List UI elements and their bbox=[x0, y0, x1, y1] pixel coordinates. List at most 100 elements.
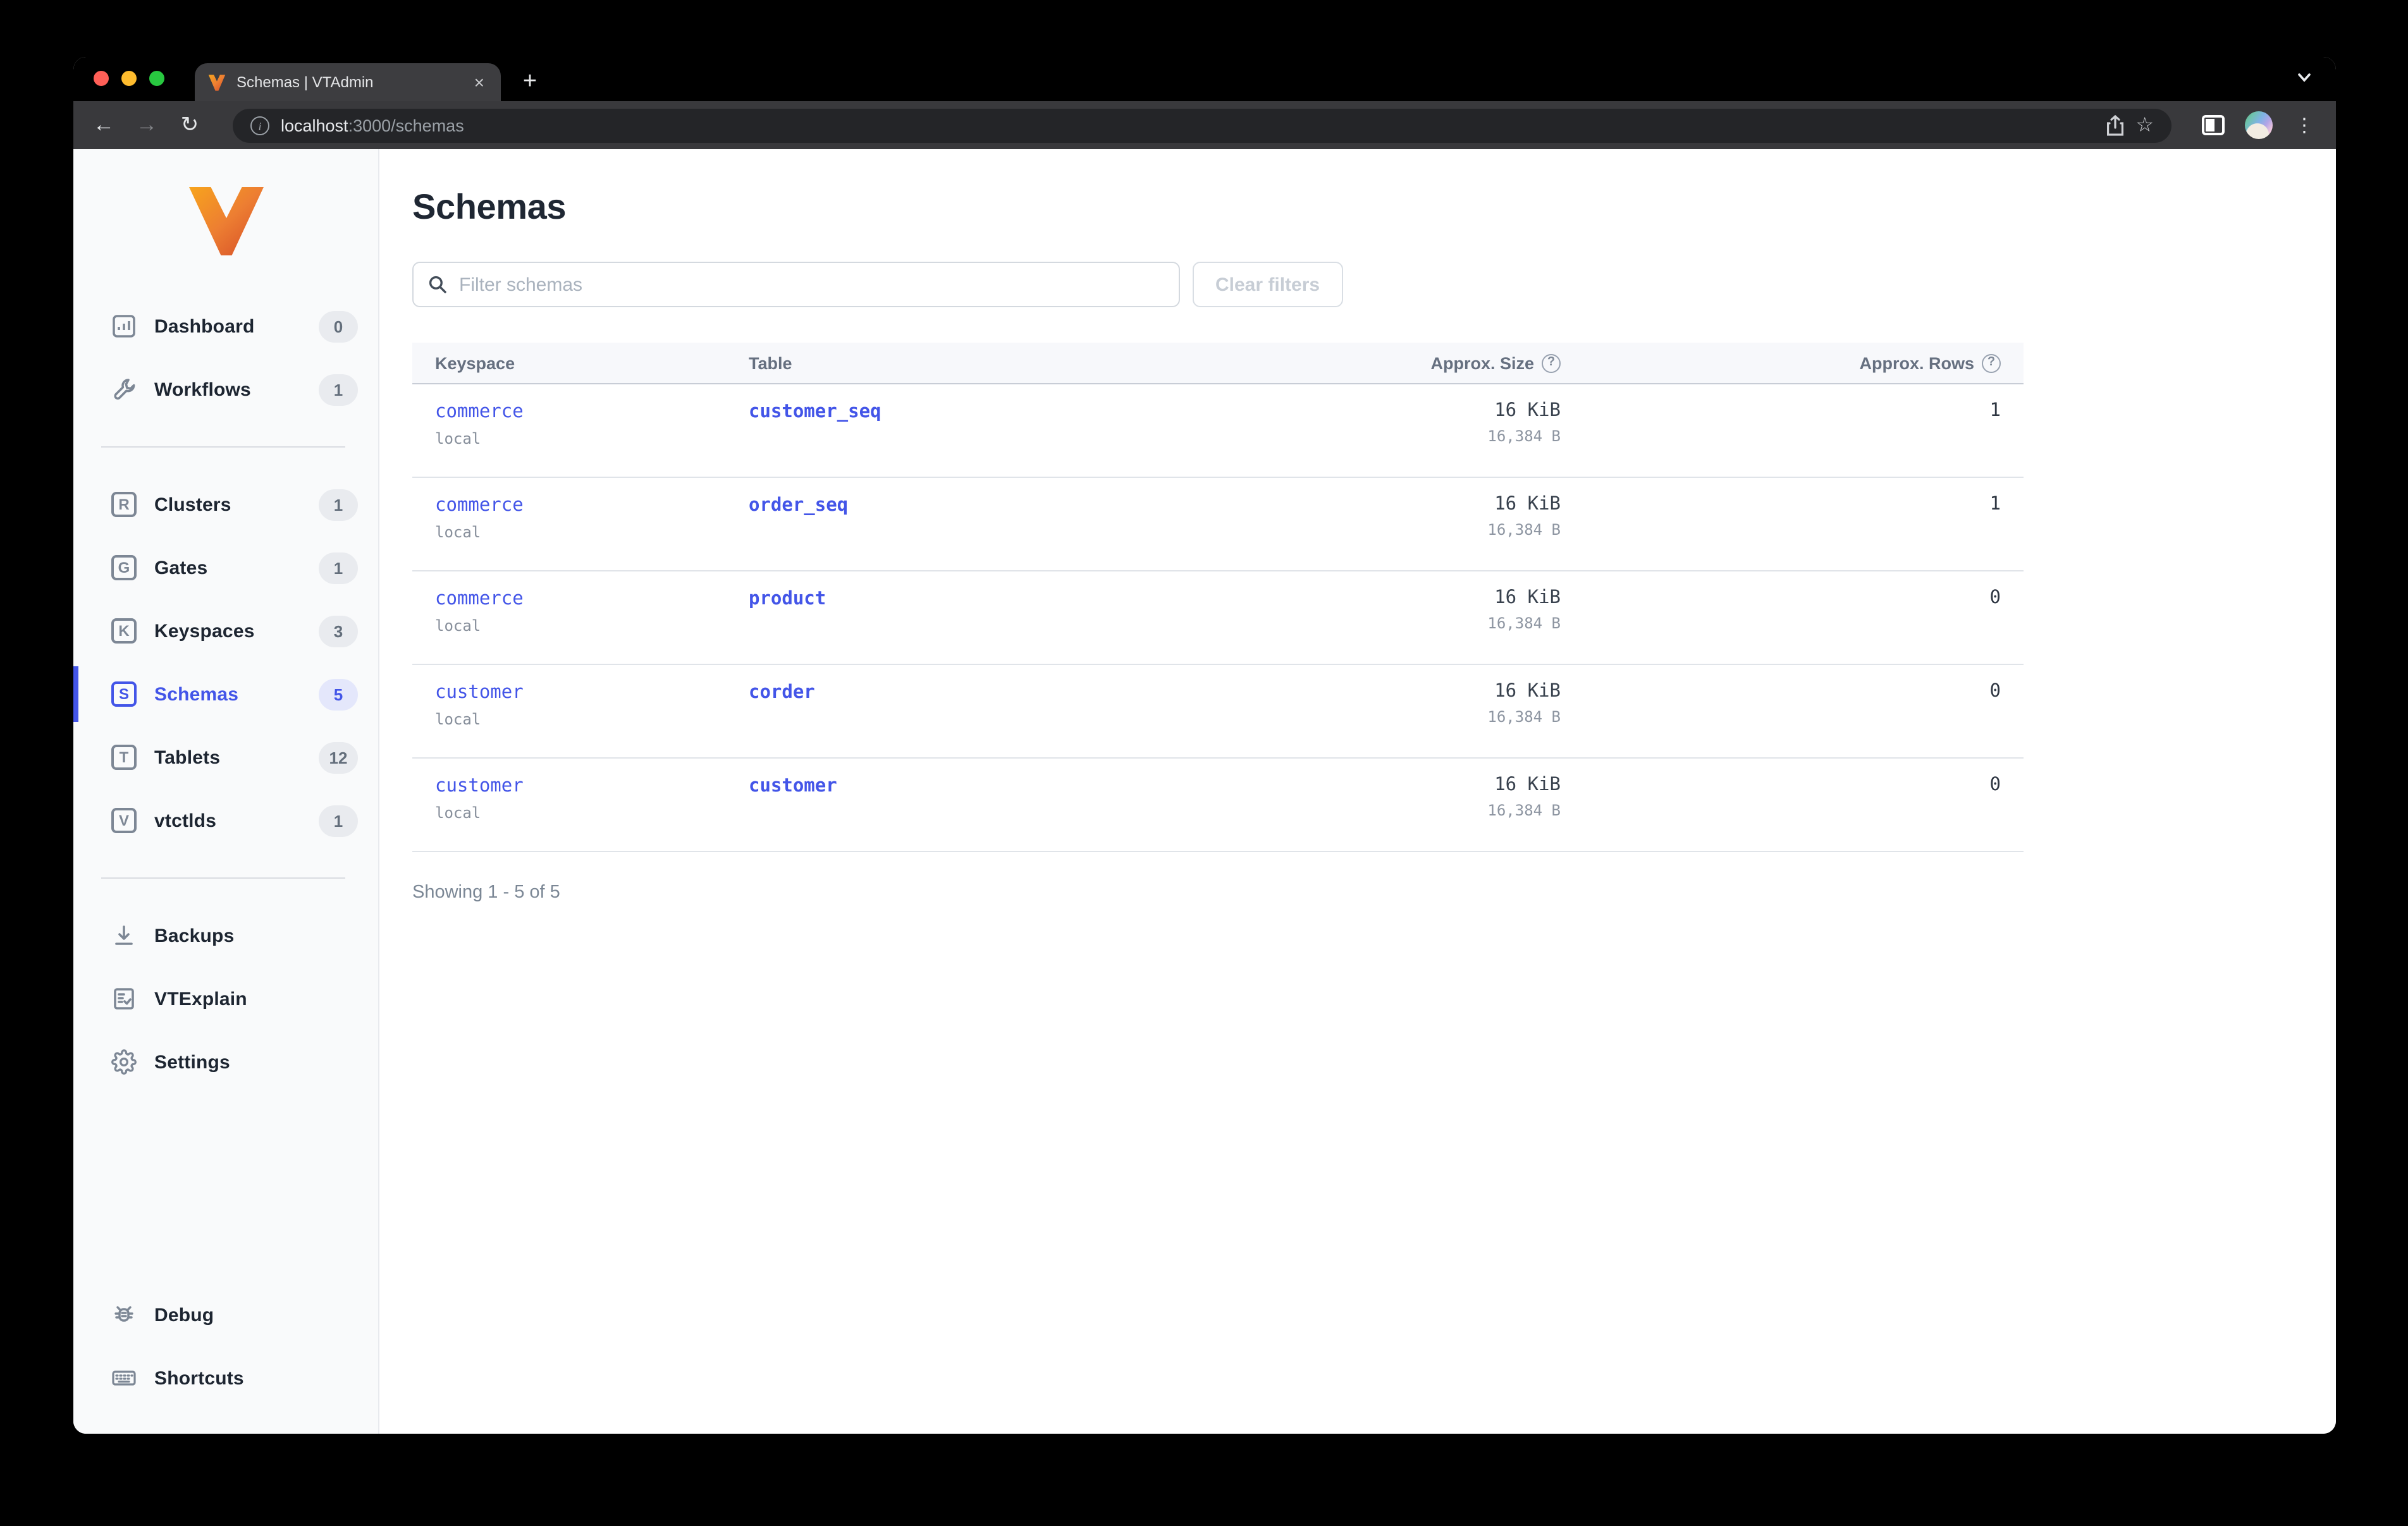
sidebar-item-shortcuts[interactable]: Shortcuts bbox=[73, 1353, 378, 1403]
help-icon[interactable]: ? bbox=[1542, 353, 1561, 372]
sidebar-item-vtctlds[interactable]: V vtctlds 1 bbox=[73, 795, 378, 846]
schemas-letter-icon: S bbox=[111, 681, 137, 707]
table-link[interactable]: customer_seq bbox=[749, 402, 882, 422]
help-icon[interactable]: ? bbox=[1982, 353, 2001, 372]
table-header-row: Keyspace Table Approx. Size ? Approx. Ro… bbox=[412, 343, 2024, 384]
window-controls bbox=[94, 71, 164, 86]
close-window-button[interactable] bbox=[94, 71, 109, 86]
keyspaces-letter-icon: K bbox=[111, 618, 137, 644]
sidebar-item-schemas[interactable]: S Schemas 5 bbox=[73, 669, 378, 719]
approx-size: 16 KiB bbox=[1494, 681, 1561, 702]
clusters-letter-icon: R bbox=[111, 492, 137, 517]
share-icon[interactable] bbox=[2105, 114, 2124, 136]
tab-title: Schemas | VTAdmin bbox=[236, 73, 374, 91]
approx-rows: 1 bbox=[1989, 494, 2001, 515]
sidebar-item-backups[interactable]: Backups bbox=[73, 910, 378, 961]
table-link[interactable]: order_seq bbox=[749, 496, 848, 516]
tab-schemas[interactable]: Schemas | VTAdmin × bbox=[195, 63, 501, 101]
side-panel-icon[interactable] bbox=[2197, 109, 2230, 142]
filter-row: Clear filters bbox=[412, 262, 2336, 307]
address-bar[interactable]: i localhost:3000/schemas ☆ bbox=[233, 108, 2172, 142]
main-content: Schemas Clear filters Keyspace Table bbox=[379, 149, 2336, 1434]
dashboard-icon bbox=[111, 314, 137, 339]
site-info-icon[interactable]: i bbox=[250, 116, 269, 135]
minimize-window-button[interactable] bbox=[121, 71, 137, 86]
approx-size: 16 KiB bbox=[1494, 401, 1561, 421]
sidebar-item-keyspaces[interactable]: K Keyspaces 3 bbox=[73, 606, 378, 656]
filter-schemas-input[interactable] bbox=[412, 262, 1180, 307]
count-badge: 3 bbox=[319, 615, 358, 647]
header-table: Table bbox=[749, 353, 792, 372]
browser-menu-icon[interactable]: ⋮ bbox=[2288, 109, 2321, 142]
count-badge: 1 bbox=[319, 552, 358, 583]
table-link[interactable]: product bbox=[749, 589, 826, 609]
table-row: commerce local product 16 KiB 16,384 B 0 bbox=[412, 571, 2024, 665]
cluster-label: local bbox=[435, 617, 481, 635]
size-bytes: 16,384 B bbox=[1487, 802, 1561, 819]
screen: Schemas | VTAdmin × + ← → ↻ i localhost:… bbox=[0, 0, 2408, 1526]
table-row: customer local customer 16 KiB 16,384 B 0 bbox=[412, 759, 2024, 852]
approx-rows: 0 bbox=[1989, 681, 2001, 702]
sidebar-item-label: Shortcuts bbox=[154, 1367, 244, 1389]
url-path: :3000/schemas bbox=[348, 116, 464, 135]
sidebar-item-label: Schemas bbox=[154, 683, 239, 705]
count-badge: 1 bbox=[319, 805, 358, 836]
keyboard-icon bbox=[111, 1365, 137, 1391]
approx-rows: 0 bbox=[1989, 588, 2001, 608]
chevron-down-icon[interactable] bbox=[2295, 68, 2313, 92]
vitess-favicon bbox=[207, 73, 226, 92]
table-row: commerce local customer_seq 16 KiB 16,384 … bbox=[412, 384, 2024, 478]
table-row: customer local corder 16 KiB 16,384 B 0 bbox=[412, 665, 2024, 759]
sidebar-item-dashboard[interactable]: Dashboard 0 bbox=[73, 301, 378, 351]
sidebar-item-workflows[interactable]: Workflows 1 bbox=[73, 364, 378, 415]
count-badge: 1 bbox=[319, 489, 358, 520]
bookmark-star-icon[interactable]: ☆ bbox=[2135, 113, 2154, 138]
table-link[interactable]: corder bbox=[749, 683, 815, 703]
sidebar-item-label: Clusters bbox=[154, 494, 231, 515]
browser-toolbar: ← → ↻ i localhost:3000/schemas ☆ ⋮ bbox=[73, 101, 2336, 149]
keyspace-link[interactable]: commerce bbox=[435, 589, 524, 609]
new-tab-button[interactable]: + bbox=[513, 66, 546, 99]
back-button[interactable]: ← bbox=[89, 110, 119, 140]
keyspace-link[interactable]: commerce bbox=[435, 402, 524, 422]
header-keyspace: Keyspace bbox=[435, 353, 515, 372]
sidebar-item-gates[interactable]: G Gates 1 bbox=[73, 542, 378, 593]
size-bytes: 16,384 B bbox=[1487, 708, 1561, 726]
maximize-window-button[interactable] bbox=[149, 71, 164, 86]
filter-box bbox=[412, 262, 1180, 307]
url-text: localhost:3000/schemas bbox=[281, 116, 464, 135]
keyspace-link[interactable]: customer bbox=[435, 776, 524, 797]
browser-window: Schemas | VTAdmin × + ← → ↻ i localhost:… bbox=[73, 57, 2336, 1434]
download-icon bbox=[111, 923, 137, 948]
approx-rows: 0 bbox=[1989, 775, 2001, 795]
sidebar-item-clusters[interactable]: R Clusters 1 bbox=[73, 479, 378, 530]
sidebar-item-label: vtctlds bbox=[154, 810, 217, 831]
wrench-icon bbox=[111, 377, 137, 402]
sidebar-item-vtexplain[interactable]: VTExplain bbox=[73, 974, 378, 1024]
clear-filters-button[interactable]: Clear filters bbox=[1193, 262, 1343, 307]
count-badge: 12 bbox=[319, 742, 358, 773]
page-title: Schemas bbox=[412, 187, 567, 226]
results-summary: Showing 1 - 5 of 5 bbox=[412, 882, 560, 903]
size-bytes: 16,384 B bbox=[1487, 427, 1561, 445]
tab-close-icon[interactable]: × bbox=[470, 72, 488, 92]
vitess-logo[interactable] bbox=[184, 187, 267, 255]
document-check-icon bbox=[111, 986, 137, 1011]
forward-button[interactable]: → bbox=[132, 110, 162, 140]
sidebar-item-debug[interactable]: Debug bbox=[73, 1290, 378, 1340]
sidebar-item-tablets[interactable]: T Tablets 12 bbox=[73, 732, 378, 783]
sidebar-item-label: VTExplain bbox=[154, 988, 247, 1010]
sidebar-item-label: Backups bbox=[154, 925, 235, 946]
profile-avatar[interactable] bbox=[2242, 109, 2275, 142]
keyspace-link[interactable]: customer bbox=[435, 683, 524, 703]
reload-button[interactable]: ↻ bbox=[175, 110, 205, 140]
keyspace-link[interactable]: commerce bbox=[435, 496, 524, 516]
cluster-label: local bbox=[435, 430, 481, 448]
cluster-label: local bbox=[435, 804, 481, 822]
table-link[interactable]: customer bbox=[749, 776, 837, 797]
schemas-table: Keyspace Table Approx. Size ? Approx. Ro… bbox=[412, 343, 2024, 852]
gear-icon bbox=[111, 1049, 137, 1075]
sidebar-item-settings[interactable]: Settings bbox=[73, 1037, 378, 1087]
sidebar-item-label: Dashboard bbox=[154, 315, 255, 337]
